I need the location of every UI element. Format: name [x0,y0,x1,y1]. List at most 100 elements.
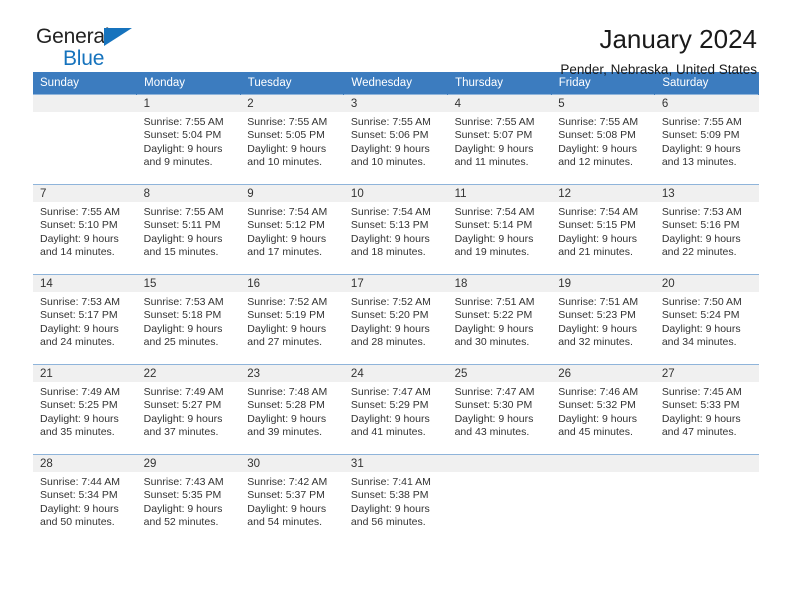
calendar-week-row: 1 Sunrise: 7:55 AM Sunset: 5:04 PM Daylight… [33,94,759,185]
calendar-day-cell[interactable]: 13 Sunrise: 7:53 AM Sunset: 5:16 PM Dayligh… [654,184,759,275]
logo-triangle-icon [104,28,132,46]
calendar-day-cell[interactable]: 10 Sunrise: 7:54 AM Sunset: 5:13 PM Dayligh… [343,184,448,275]
day-number: 16 [240,275,344,292]
daylight-text-line2: and 22 minutes. [661,246,737,259]
daylight-text-line2: and 27 minutes. [247,336,322,349]
day-number: 27 [654,365,759,382]
calendar-day-cell[interactable]: 14 Sunrise: 7:53 AM Sunset: 5:17 PM Dayligh… [33,274,137,365]
daylight-text-line2: and 54 minutes. [247,516,322,529]
calendar-day-cell[interactable]: 1 Sunrise: 7:55 AM Sunset: 5:04 PM Daylight… [136,94,241,185]
sunrise-text: Sunrise: 7:52 AM [247,296,328,308]
day-number: 14 [33,275,137,292]
daylight-text-line2: and 45 minutes. [558,426,633,439]
daylight-text-line1: Daylight: 9 hours [661,232,741,245]
day-number [551,455,655,472]
calendar-day-cell[interactable]: 29 Sunrise: 7:43 AM Sunset: 5:35 PM Dayligh… [136,454,241,544]
day-number [654,455,759,472]
day-details: Sunrise: 7:52 AM Sunset: 5:19 PM Daylight:… [240,292,344,350]
calendar-day-cell[interactable]: 30 Sunrise: 7:42 AM Sunset: 5:37 PM Dayligh… [240,454,344,544]
day-number: 23 [240,365,344,382]
day-details: Sunrise: 7:53 AM Sunset: 5:16 PM Daylight:… [655,202,759,260]
sunrise-text: Sunrise: 7:42 AM [247,476,328,488]
calendar-day-cell[interactable]: 27 Sunrise: 7:45 AM Sunset: 5:33 PM Dayligh… [654,364,759,455]
sunset-text: Sunset: 5:33 PM [661,399,740,412]
logo-word-general: General [36,25,110,48]
day-details: Sunrise: 7:53 AM Sunset: 5:18 PM Daylight:… [137,292,241,350]
daylight-text-line2: and 14 minutes. [40,246,115,259]
sunset-text: Sunset: 5:07 PM [454,129,533,142]
daylight-text-line2: and 56 minutes. [350,516,426,529]
calendar-day-cell[interactable]: 26 Sunrise: 7:46 AM Sunset: 5:32 PM Dayligh… [551,364,655,455]
daylight-text-line1: Daylight: 9 hours [143,412,223,425]
day-number: 3 [343,95,448,112]
sunrise-text: Sunrise: 7:51 AM [558,296,639,308]
daylight-text-line1: Daylight: 9 hours [661,412,741,425]
day-details [655,472,759,476]
calendar-day-cell[interactable]: 19 Sunrise: 7:51 AM Sunset: 5:23 PM Dayligh… [551,274,655,365]
daylight-text-line1: Daylight: 9 hours [350,142,430,155]
calendar-day-cell[interactable]: 5 Sunrise: 7:55 AM Sunset: 5:08 PM Daylight… [551,94,655,185]
daylight-text-line1: Daylight: 9 hours [40,412,119,425]
daylight-text-line1: Daylight: 9 hours [40,322,119,335]
day-details: Sunrise: 7:42 AM Sunset: 5:37 PM Daylight:… [240,472,344,530]
sunset-text: Sunset: 5:12 PM [247,219,325,232]
day-details: Sunrise: 7:55 AM Sunset: 5:05 PM Daylight:… [240,112,344,170]
calendar-day-cell[interactable]: 11 Sunrise: 7:54 AM Sunset: 5:14 PM Dayligh… [447,184,552,275]
sunrise-text: Sunrise: 7:55 AM [350,116,431,128]
calendar-day-cell-empty [654,454,759,544]
day-number: 4 [447,95,552,112]
calendar-day-cell[interactable]: 24 Sunrise: 7:47 AM Sunset: 5:29 PM Dayligh… [343,364,448,455]
daylight-text-line1: Daylight: 9 hours [143,142,223,155]
calendar-day-cell[interactable]: 18 Sunrise: 7:51 AM Sunset: 5:22 PM Dayligh… [447,274,552,365]
calendar-day-cell[interactable]: 16 Sunrise: 7:52 AM Sunset: 5:19 PM Dayligh… [240,274,344,365]
sunset-text: Sunset: 5:22 PM [454,309,533,322]
calendar-day-cell[interactable]: 28 Sunrise: 7:44 AM Sunset: 5:34 PM Dayligh… [33,454,137,544]
sunrise-text: Sunrise: 7:55 AM [143,116,224,128]
calendar-day-cell[interactable]: 6 Sunrise: 7:55 AM Sunset: 5:09 PM Daylight… [654,94,759,185]
day-details: Sunrise: 7:43 AM Sunset: 5:35 PM Daylight:… [137,472,241,530]
month-calendar: Sunday Monday Tuesday Wednesday Thursday… [33,72,759,544]
calendar-day-cell[interactable]: 23 Sunrise: 7:48 AM Sunset: 5:28 PM Dayligh… [240,364,344,455]
daylight-text-line2: and 24 minutes. [40,336,115,349]
sunrise-text: Sunrise: 7:55 AM [40,206,120,218]
day-details: Sunrise: 7:55 AM Sunset: 5:09 PM Daylight:… [655,112,759,170]
sunrise-text: Sunrise: 7:54 AM [350,206,431,218]
sunrise-text: Sunrise: 7:55 AM [661,116,742,128]
calendar-day-cell[interactable]: 31 Sunrise: 7:41 AM Sunset: 5:38 PM Dayligh… [343,454,448,544]
calendar-day-cell[interactable]: 7 Sunrise: 7:55 AM Sunset: 5:10 PM Daylight… [33,184,137,275]
calendar-day-cell[interactable]: 8 Sunrise: 7:55 AM Sunset: 5:11 PM Daylight… [136,184,241,275]
day-details: Sunrise: 7:44 AM Sunset: 5:34 PM Daylight:… [33,472,137,530]
day-number: 19 [551,275,655,292]
day-details [33,112,137,116]
sunset-text: Sunset: 5:35 PM [143,489,222,502]
daylight-text-line1: Daylight: 9 hours [350,232,430,245]
daylight-text-line1: Daylight: 9 hours [558,232,637,245]
day-number: 28 [33,455,137,472]
daylight-text-line1: Daylight: 9 hours [454,142,534,155]
sunset-text: Sunset: 5:19 PM [247,309,325,322]
sunset-text: Sunset: 5:04 PM [143,129,222,142]
daylight-text-line2: and 10 minutes. [350,156,426,169]
generalblue-logo[interactable]: General Blue [36,26,186,74]
day-details: Sunrise: 7:47 AM Sunset: 5:30 PM Daylight:… [448,382,552,440]
calendar-day-cell[interactable]: 17 Sunrise: 7:52 AM Sunset: 5:20 PM Dayligh… [343,274,448,365]
daylight-text-line2: and 30 minutes. [454,336,530,349]
calendar-day-cell[interactable]: 20 Sunrise: 7:50 AM Sunset: 5:24 PM Dayligh… [654,274,759,365]
calendar-day-cell[interactable]: 12 Sunrise: 7:54 AM Sunset: 5:15 PM Dayligh… [551,184,655,275]
day-number: 12 [551,185,655,202]
sunrise-text: Sunrise: 7:53 AM [40,296,120,308]
calendar-day-cell[interactable]: 21 Sunrise: 7:49 AM Sunset: 5:25 PM Dayligh… [33,364,137,455]
daylight-text-line2: and 43 minutes. [454,426,530,439]
calendar-day-cell[interactable]: 3 Sunrise: 7:55 AM Sunset: 5:06 PM Daylight… [343,94,448,185]
daylight-text-line2: and 19 minutes. [454,246,530,259]
calendar-page: General Blue January 2024 Pender, Nebras… [0,0,792,612]
calendar-day-cell[interactable]: 9 Sunrise: 7:54 AM Sunset: 5:12 PM Daylight… [240,184,344,275]
calendar-day-cell[interactable]: 22 Sunrise: 7:49 AM Sunset: 5:27 PM Dayligh… [136,364,241,455]
calendar-day-cell[interactable]: 25 Sunrise: 7:47 AM Sunset: 5:30 PM Dayligh… [447,364,552,455]
sunrise-text: Sunrise: 7:44 AM [40,476,120,488]
calendar-day-cell[interactable]: 2 Sunrise: 7:55 AM Sunset: 5:05 PM Daylight… [240,94,344,185]
sunset-text: Sunset: 5:05 PM [247,129,325,142]
calendar-day-cell[interactable]: 4 Sunrise: 7:55 AM Sunset: 5:07 PM Daylight… [447,94,552,185]
calendar-day-cell[interactable]: 15 Sunrise: 7:53 AM Sunset: 5:18 PM Dayligh… [136,274,241,365]
daylight-text-line2: and 28 minutes. [350,336,426,349]
